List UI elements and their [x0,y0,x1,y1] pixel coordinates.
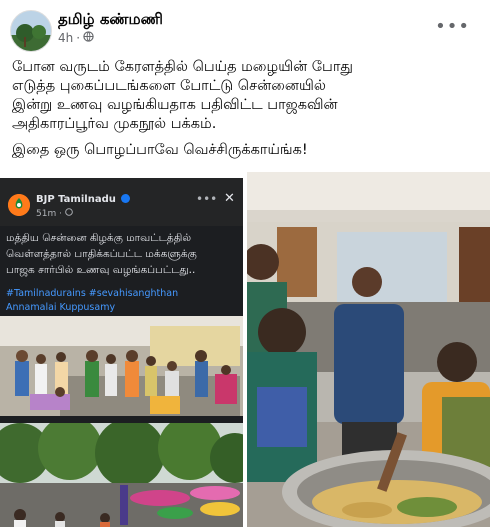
embedded-screenshot[interactable]: BJP Tamilnadu 51m · ••• ✕ மத்திய சென்னை … [0,178,243,527]
globe-icon [65,208,73,219]
embedded-photo-food-distribution [0,316,243,416]
globe-icon [83,31,94,45]
post-photo-cooking [243,172,490,531]
embedded-text: மத்திய சென்னை கிழக்கு மாவட்டத்தில் வெள்ள… [6,232,197,276]
embedded-photo-street-trees [0,416,243,527]
post-header: தமிழ் கண்மணி 4h · ••• [0,0,490,56]
more-options-button[interactable]: ••• [435,16,470,37]
embedded-ellipsis-icon: ••• [196,192,218,206]
embedded-page-name: BJP Tamilnadu [36,194,131,205]
post-meta: 4h · [58,31,94,45]
post-text-paragraph-2: இதை ஒரு பொழப்பாவே வெச்சிருக்காய்ங்க! [12,142,308,158]
bjp-logo-icon [8,194,30,216]
author-name[interactable]: தமிழ் கண்மணி [58,10,163,30]
ellipsis-icon: ••• [435,16,470,37]
verified-icon [121,194,131,203]
close-icon: ✕ [224,191,235,206]
author-avatar[interactable] [10,10,52,52]
post-media[interactable]: BJP Tamilnadu 51m · ••• ✕ மத்திய சென்னை … [0,172,490,531]
embedded-hashtags: #Tamilnadurains #sevahisanghthan Annamal… [6,288,179,313]
post-time[interactable]: 4h [58,31,73,45]
post-text: போன வருடம் கேரளத்தில் பெய்த மழையின் போது… [12,58,482,167]
embedded-time: 51m · [36,208,73,219]
embedded-header: BJP Tamilnadu 51m · ••• ✕ [0,178,243,226]
post-text-paragraph-1: போன வருடம் கேரளத்தில் பெய்த மழையின் போது… [12,59,353,132]
